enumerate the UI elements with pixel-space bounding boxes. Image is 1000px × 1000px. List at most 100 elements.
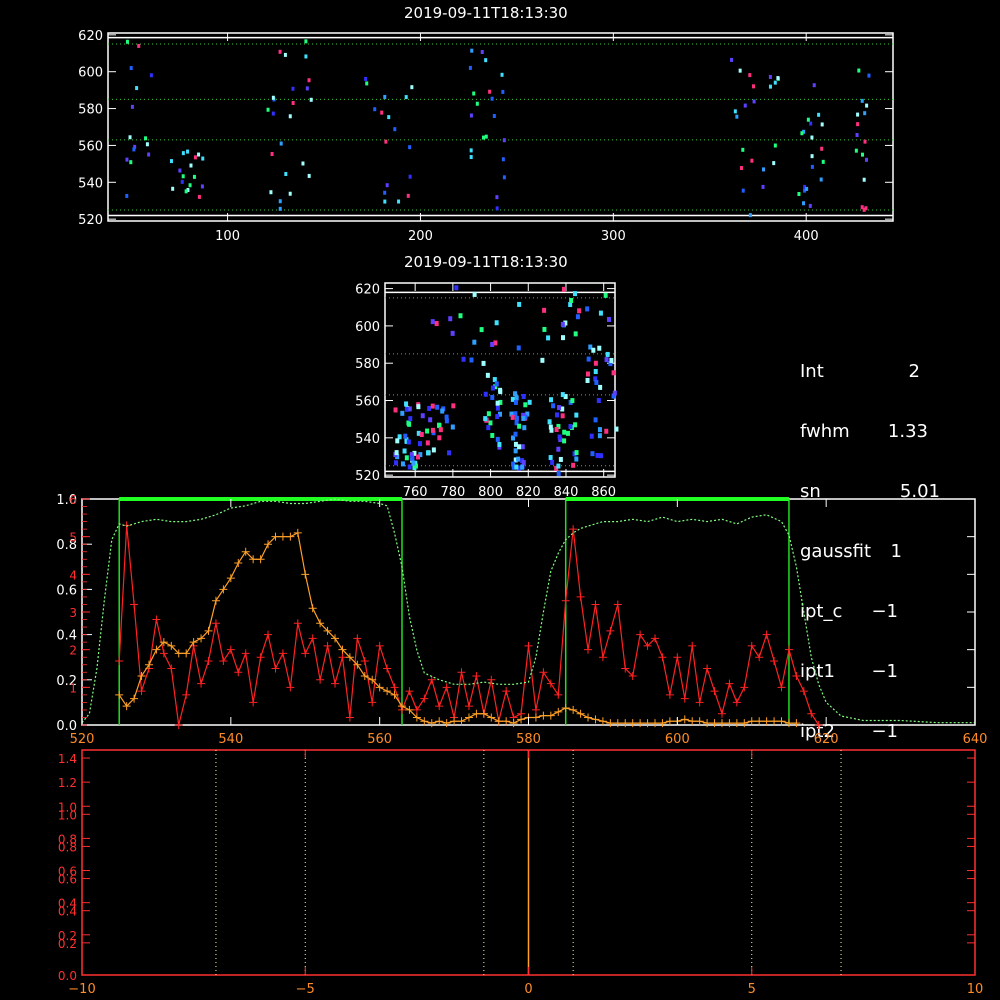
data-point xyxy=(353,634,362,643)
image-pixel xyxy=(406,420,411,426)
image-pixel xyxy=(810,135,814,140)
image-pixel xyxy=(597,433,602,439)
image-pixel xyxy=(364,76,368,81)
data-point xyxy=(680,694,689,703)
image-pixel xyxy=(193,155,197,160)
image-pixel xyxy=(595,452,600,458)
data-point xyxy=(464,702,473,711)
image-pixel xyxy=(574,412,579,418)
data-point xyxy=(784,719,793,728)
image-pixel xyxy=(520,444,525,450)
image-pixel xyxy=(384,139,388,144)
data-point xyxy=(457,668,466,677)
image-pixel xyxy=(549,427,554,433)
image-pixel xyxy=(448,316,453,322)
image-pixel xyxy=(450,424,455,430)
image-pixel xyxy=(301,161,305,166)
image-pixel xyxy=(284,172,288,177)
data-point xyxy=(494,717,503,726)
y-tick-label: 580 xyxy=(78,103,103,118)
image-pixel xyxy=(557,434,562,440)
image-pixel xyxy=(125,39,129,44)
image-pixel xyxy=(469,357,474,363)
image-pixel xyxy=(291,86,295,91)
x-tick-label: 400 xyxy=(794,229,819,244)
image-pixel xyxy=(188,183,192,188)
data-point xyxy=(651,719,660,728)
data-point xyxy=(569,525,578,534)
data-point xyxy=(710,719,719,728)
image-pixel xyxy=(472,291,477,297)
data-point xyxy=(174,721,183,729)
image-pixel xyxy=(521,460,526,466)
image-pixel xyxy=(271,95,275,100)
image-pixel xyxy=(523,402,528,408)
image-pixel xyxy=(408,416,413,422)
data-point xyxy=(792,719,801,728)
x-tick-label: 520 xyxy=(70,732,95,747)
image-pixel xyxy=(458,313,463,319)
image-pixel xyxy=(178,168,182,173)
data-point xyxy=(584,713,593,722)
image-pixel xyxy=(500,72,504,77)
image-pixel xyxy=(279,141,283,146)
data-point xyxy=(658,719,667,728)
image-pixel xyxy=(408,145,412,150)
image-pixel xyxy=(551,403,556,409)
x-tick-label: 200 xyxy=(408,229,433,244)
image-pixel xyxy=(549,397,554,403)
image-pixel xyxy=(546,335,551,341)
image-pixel xyxy=(425,440,430,446)
y-tick-label: 0.2 xyxy=(58,929,77,943)
image-pixel xyxy=(483,416,488,422)
image-pixel xyxy=(492,377,497,383)
image-pixel xyxy=(594,379,599,385)
image-pixel xyxy=(383,199,387,204)
y-tick-label: 560 xyxy=(78,139,103,154)
y-tick-label: 540 xyxy=(78,176,103,191)
image-pixel xyxy=(181,151,185,156)
data-point xyxy=(130,600,139,609)
image-pixel xyxy=(585,377,590,383)
image-pixel xyxy=(278,199,282,204)
data-point xyxy=(234,559,243,568)
x-tick-label: 820 xyxy=(516,485,541,500)
image-pixel xyxy=(430,403,435,409)
data-point xyxy=(338,653,347,662)
image-pixel xyxy=(562,438,567,444)
image-pixel xyxy=(490,385,495,391)
data-point xyxy=(479,709,488,718)
data-point xyxy=(211,596,220,605)
image-pixel xyxy=(404,401,409,407)
image-pixel xyxy=(864,206,868,211)
image-pixel xyxy=(469,155,473,160)
image-pixel xyxy=(400,461,405,467)
x-tick-label: 580 xyxy=(516,732,541,747)
image-pixel xyxy=(776,76,780,81)
image-pixel xyxy=(560,392,565,398)
image-pixel xyxy=(417,441,422,447)
data-point xyxy=(137,672,146,681)
image-pixel xyxy=(305,86,309,91)
image-pixel xyxy=(129,160,133,165)
image-pixel xyxy=(573,422,578,428)
image-pixel xyxy=(495,400,500,406)
y-tick-label: 1.4 xyxy=(58,752,77,766)
image-pixel xyxy=(470,48,474,53)
data-point xyxy=(703,664,712,673)
data-point xyxy=(777,717,786,726)
image-pixel xyxy=(181,174,185,179)
data-point xyxy=(197,679,206,688)
x-tick-label: 540 xyxy=(218,732,243,747)
data-point xyxy=(539,711,548,720)
image-pixel xyxy=(307,173,311,178)
image-pixel xyxy=(772,161,776,166)
image-pixel xyxy=(560,413,565,419)
image-pixel xyxy=(189,163,193,168)
data-point xyxy=(286,532,295,541)
y-tick-label: 0.8 xyxy=(58,832,77,846)
image-pixel xyxy=(556,463,561,469)
x-tick-label: 10 xyxy=(967,982,984,997)
image-pixel xyxy=(304,54,308,59)
image-pixel xyxy=(854,148,858,153)
